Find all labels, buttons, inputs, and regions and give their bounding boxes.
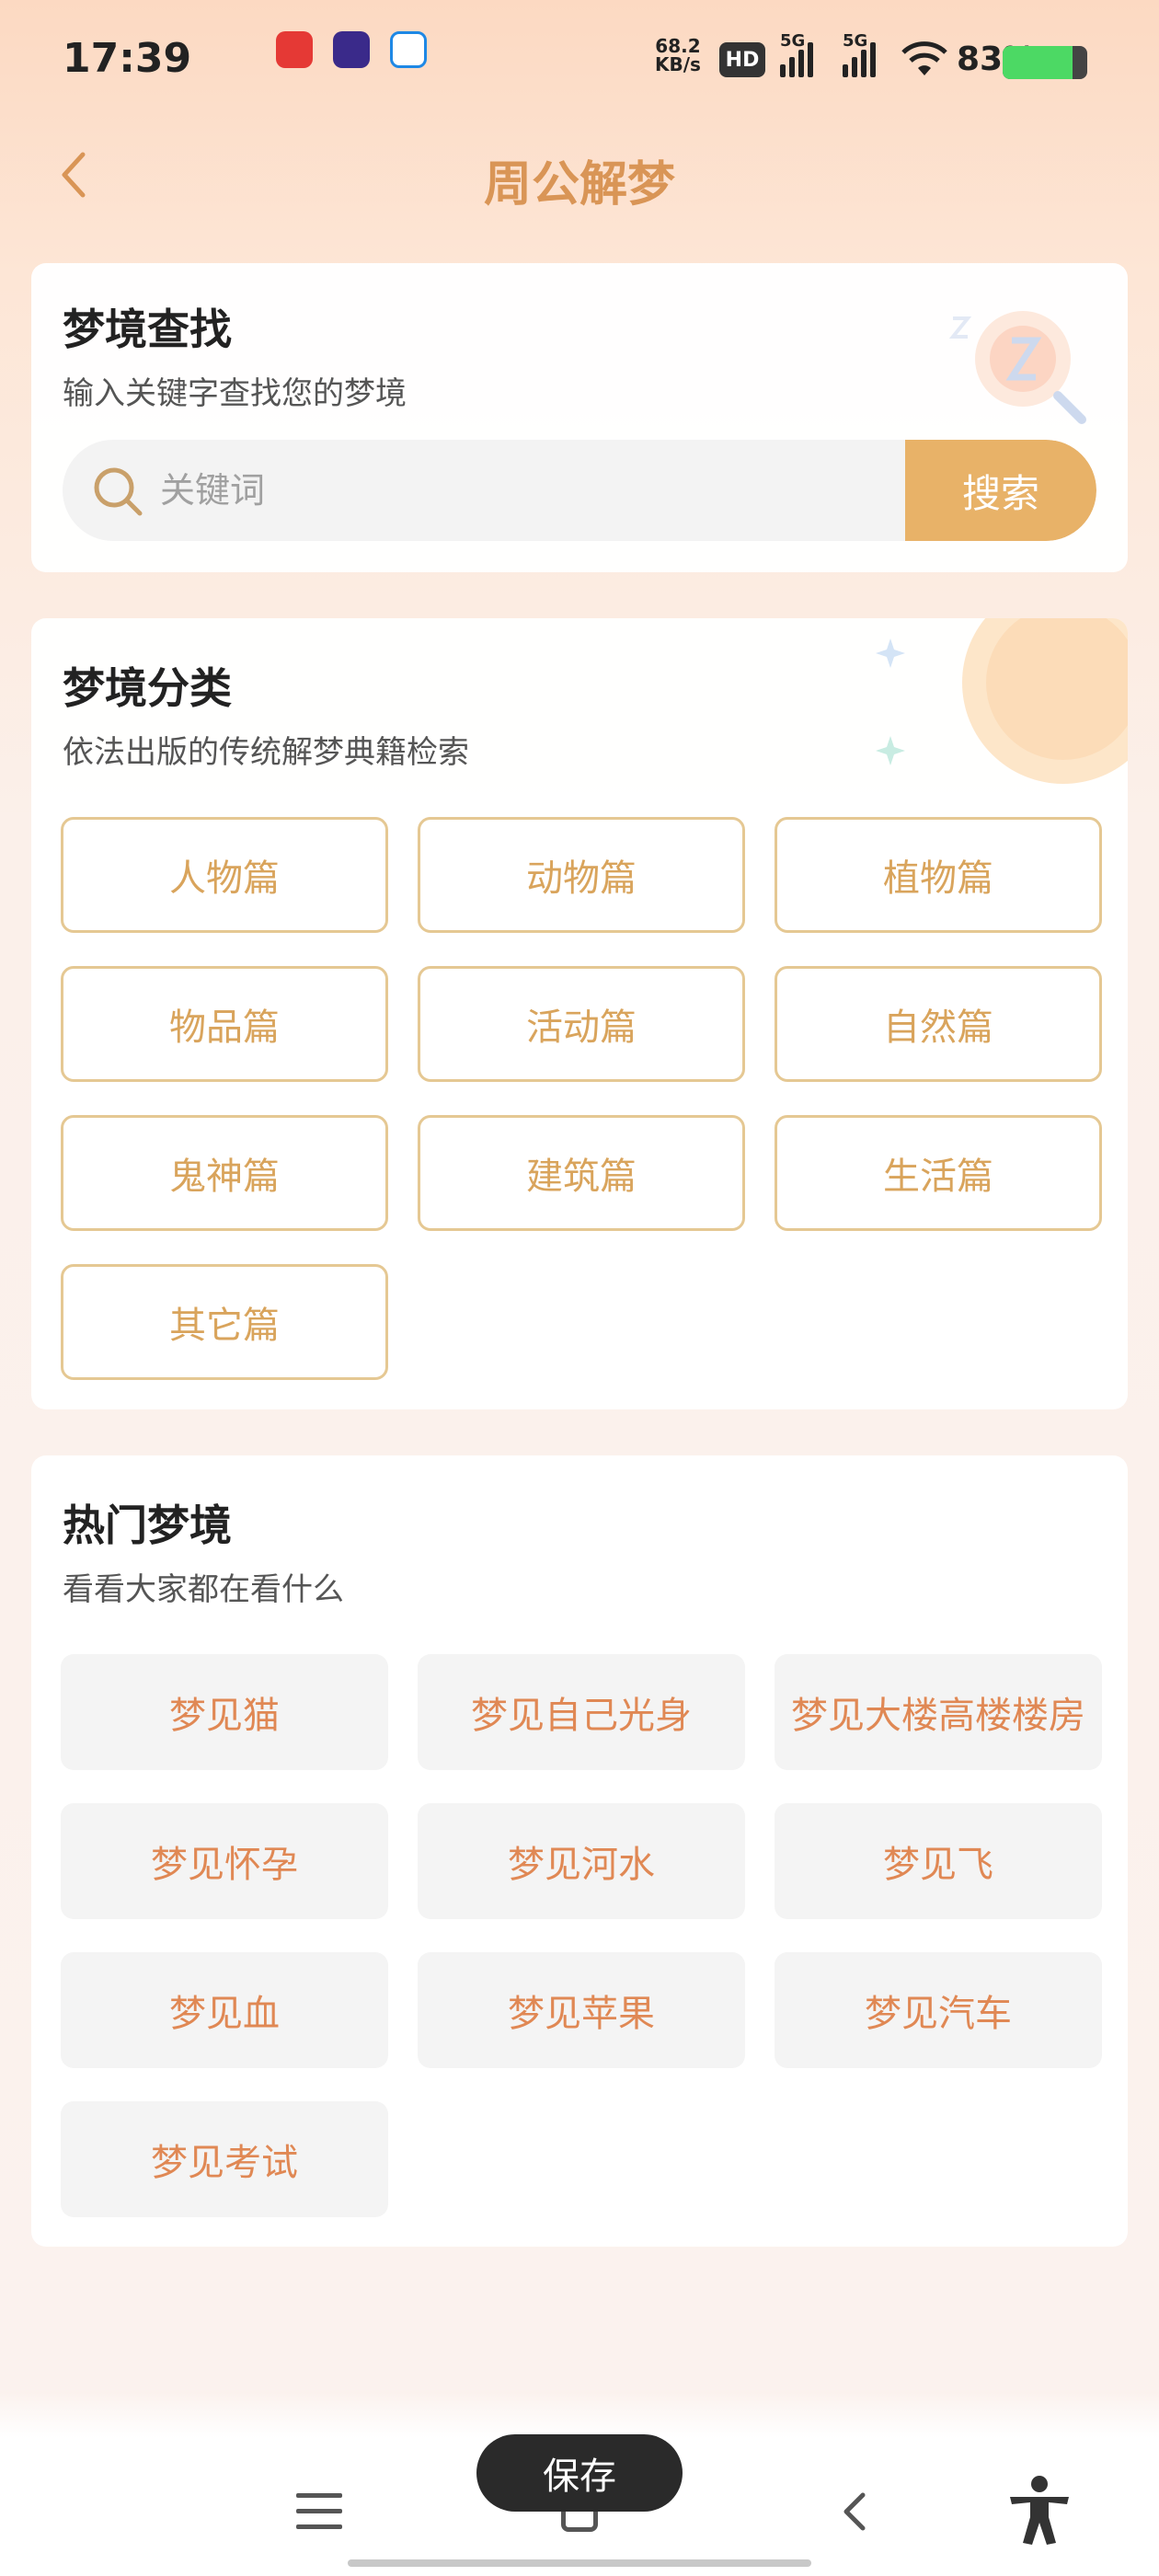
search-input[interactable]: [160, 440, 951, 541]
hot-dream-button[interactable]: 梦见血: [61, 1952, 388, 2068]
category-button[interactable]: 物品篇: [61, 966, 388, 1082]
hd-badge: HD: [719, 42, 765, 77]
signal-icon: 5G: [780, 31, 813, 77]
cloud-app-icon: [390, 31, 427, 68]
hot-dream-button[interactable]: 梦见自己光身: [418, 1654, 745, 1770]
search-card-title: 梦境查找: [63, 305, 232, 354]
hot-dreams-grid: 梦见猫 梦见自己光身 梦见大楼高楼楼房 梦见怀孕 梦见河水 梦见飞 梦见血 梦见…: [61, 1654, 1102, 2217]
game-app-icon: [333, 31, 370, 68]
hot-dreams-card: 热门梦境 看看大家都在看什么 梦见猫 梦见自己光身 梦见大楼高楼楼房 梦见怀孕 …: [31, 1455, 1128, 2247]
network-speed: 68.2 KB/s: [655, 35, 701, 75]
category-button[interactable]: 鬼神篇: [61, 1115, 388, 1231]
search-card: 梦境查找 输入关键字查找您的梦境 搜索: [31, 263, 1128, 572]
category-grid: 人物篇 动物篇 植物篇 物品篇 活动篇 自然篇 鬼神篇 建筑篇 生活篇 其它篇: [61, 817, 1102, 1380]
save-toast[interactable]: 保存: [476, 2434, 683, 2512]
status-bar: 17:39 68.2 KB/s HD 5G 5G 83%: [0, 0, 1159, 120]
status-time: 17:39: [63, 35, 192, 82]
category-button[interactable]: 植物篇: [775, 817, 1102, 933]
category-card-subtitle: 依法出版的传统解梦典籍检索: [63, 734, 469, 771]
hot-dream-button[interactable]: 梦见怀孕: [61, 1803, 388, 1919]
category-button[interactable]: 其它篇: [61, 1264, 388, 1380]
wifi-icon: [901, 41, 947, 75]
hot-card-title: 热门梦境: [63, 1501, 232, 1550]
accessibility-icon[interactable]: [1003, 2473, 1076, 2547]
hot-dream-button[interactable]: 梦见苹果: [418, 1952, 745, 2068]
news-app-icon: [276, 31, 313, 68]
hot-dream-button[interactable]: 梦见河水: [418, 1803, 745, 1919]
category-button[interactable]: 人物篇: [61, 817, 388, 933]
menu-icon[interactable]: [296, 2493, 342, 2534]
search-box: 搜索: [63, 440, 1096, 541]
moon-icon: [876, 618, 1128, 784]
battery-level: [1003, 46, 1073, 79]
battery-icon: [1003, 46, 1087, 79]
search-card-subtitle: 输入关键字查找您的梦境: [63, 375, 407, 412]
category-card: 梦境分类 依法出版的传统解梦典籍检索 人物篇 动物篇 植物篇 物品篇 活动篇 自…: [31, 618, 1128, 1409]
sleep-z-icon: [948, 311, 1086, 424]
hot-card-subtitle: 看看大家都在看什么: [63, 1571, 344, 1608]
hot-dream-button[interactable]: 梦见猫: [61, 1654, 388, 1770]
category-button[interactable]: 生活篇: [775, 1115, 1102, 1231]
back-nav-icon[interactable]: [828, 2484, 883, 2539]
page-title: 周公解梦: [483, 157, 675, 213]
category-button[interactable]: 自然篇: [775, 966, 1102, 1082]
category-button[interactable]: 动物篇: [418, 817, 745, 933]
hot-dream-button[interactable]: 梦见汽车: [775, 1952, 1102, 2068]
hot-dream-button[interactable]: 梦见飞: [775, 1803, 1102, 1919]
search-button[interactable]: 搜索: [905, 440, 1096, 541]
hot-dream-button[interactable]: 梦见大楼高楼楼房: [775, 1654, 1102, 1770]
signal-icon-2: 5G: [843, 31, 876, 77]
hot-dream-button[interactable]: 梦见考试: [61, 2101, 388, 2217]
category-button[interactable]: 活动篇: [418, 966, 745, 1082]
home-indicator[interactable]: [348, 2559, 811, 2567]
notification-icons: [276, 31, 427, 68]
search-icon: [94, 467, 143, 516]
category-card-title: 梦境分类: [63, 663, 232, 713]
category-button[interactable]: 建筑篇: [418, 1115, 745, 1231]
